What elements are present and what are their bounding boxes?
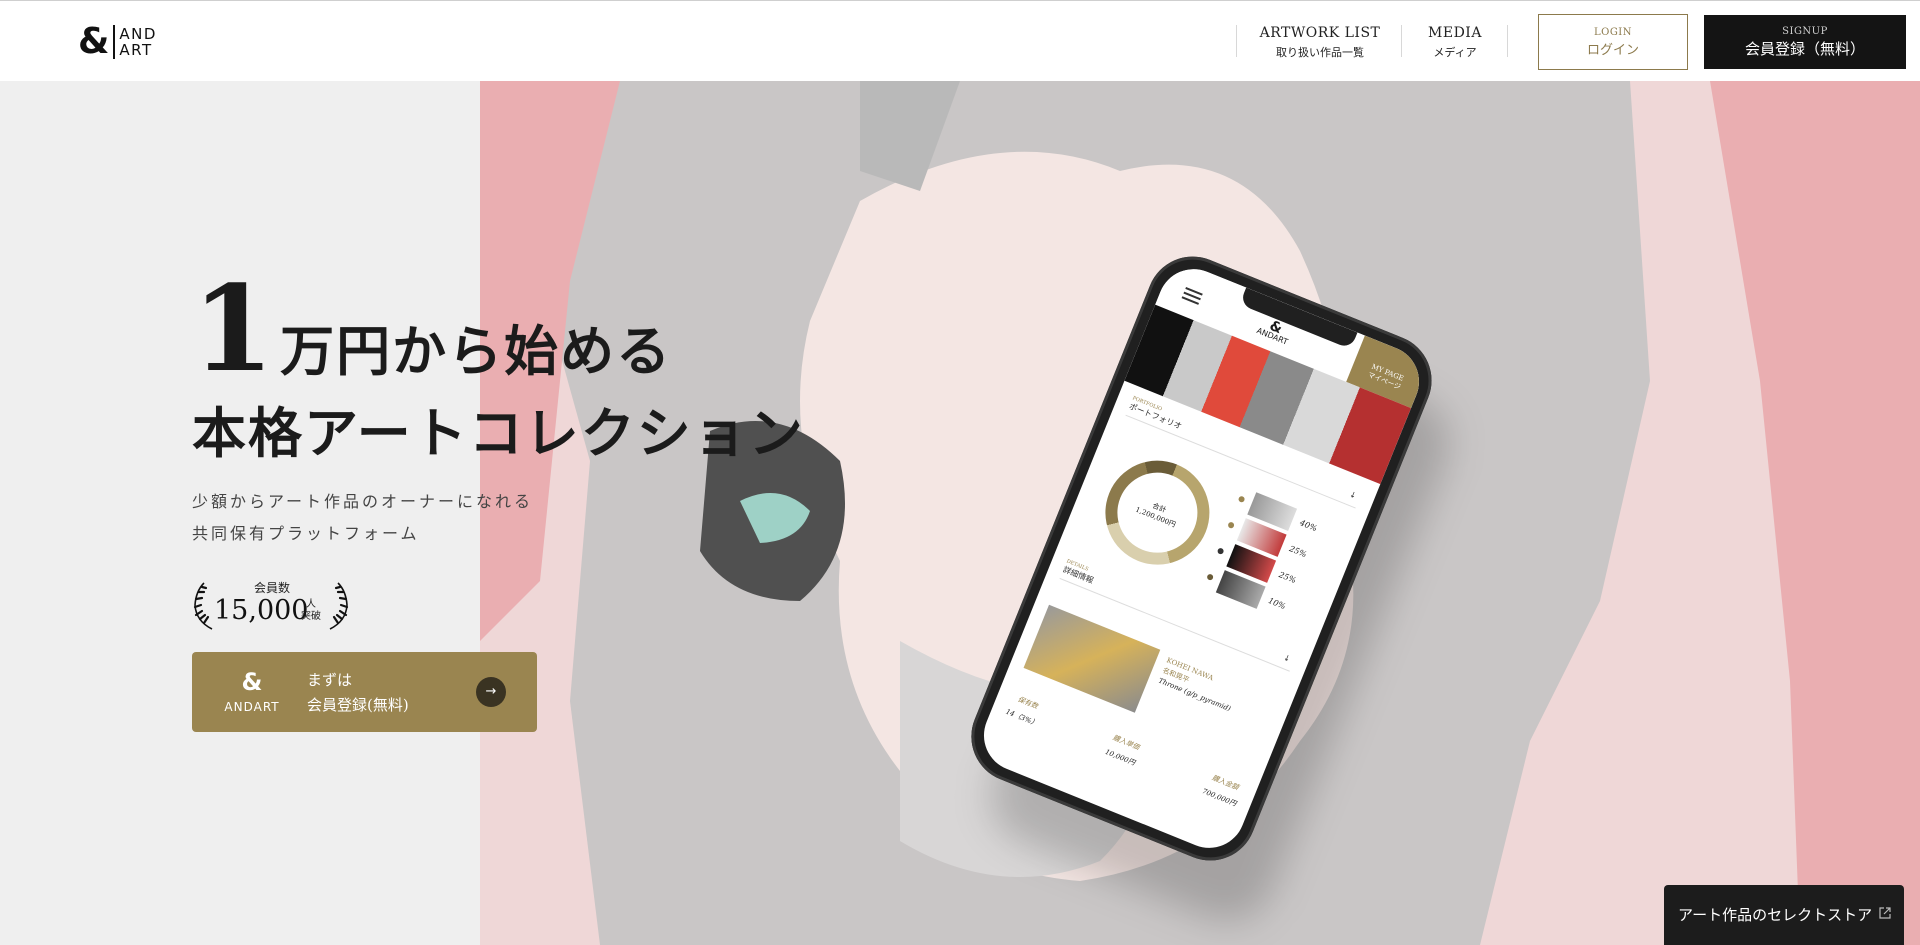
- nav-divider: [1401, 25, 1402, 57]
- hero-subcopy: 少額からアート作品のオーナーになれる 共同保有プラットフォーム: [192, 486, 533, 550]
- signup-button[interactable]: SIGNUP 会員登録（無料）: [1704, 15, 1906, 69]
- select-store-link[interactable]: アート作品のセレクトストア: [1664, 885, 1904, 945]
- artwork-thumbnail: [1023, 604, 1161, 713]
- nav-media[interactable]: MEDIA メディア: [1418, 25, 1492, 60]
- cta-line-1: まずは: [307, 671, 353, 689]
- logo-wordmark: AND ART: [119, 26, 157, 58]
- subcopy-line-2: 共同保有プラットフォーム: [192, 524, 420, 543]
- nav-media-jp: メディア: [1433, 46, 1477, 59]
- nav-artwork-list-en: ARTWORK LIST: [1259, 25, 1381, 41]
- cta-logo: & ANDART: [220, 670, 284, 714]
- chevron-down-icon: ↓: [1348, 489, 1358, 501]
- headline-line-2: 本格アートコレクション: [192, 401, 805, 465]
- andart-logo[interactable]: & AND ART: [78, 23, 162, 61]
- cta-logo-amp: &: [241, 668, 263, 696]
- register-cta-button[interactable]: & ANDART まずは 会員登録(無料) →: [192, 652, 537, 732]
- headline-line-1: 1 万円から始める: [192, 259, 805, 398]
- allocation-percent: 40%: [1298, 518, 1319, 534]
- headline-line-1-text: 万円から始める: [280, 319, 673, 383]
- cta-line-2: 会員登録(無料): [307, 696, 409, 714]
- member-count-badge: 会員数 15,000 人 突破: [192, 577, 350, 633]
- member-count-unit-2: 突破: [301, 611, 321, 622]
- subcopy-line-1: 少額からアート作品のオーナーになれる: [192, 492, 534, 511]
- allocation-percent: 25%: [1288, 544, 1308, 560]
- logo-word-art: ART: [119, 41, 153, 59]
- member-count-label: 会員数: [253, 581, 290, 595]
- allocation-dot: [1237, 495, 1246, 504]
- login-button-en: LOGIN: [1593, 27, 1633, 38]
- allocation-percent: 25%: [1277, 570, 1298, 586]
- member-count-unit: 人 突破: [298, 599, 324, 623]
- signup-button-jp: 会員登録（無料）: [1744, 40, 1865, 58]
- cta-text: まずは 会員登録(無料): [307, 668, 409, 718]
- site-header: & AND ART ARTWORK LIST 取り扱い作品一覧 MEDIA メデ…: [0, 0, 1920, 81]
- hero-section: 1 万円から始める 本格アートコレクション 少額からアート作品のオーナーになれる…: [0, 81, 1920, 945]
- allocation-dot: [1206, 573, 1215, 582]
- logo-ampersand: &: [78, 21, 110, 62]
- allocation-dot: [1227, 521, 1236, 530]
- headline-big-number: 1: [192, 259, 275, 398]
- hero-headline: 1 万円から始める 本格アートコレクション: [192, 259, 805, 468]
- signup-button-en: SIGNUP: [1782, 26, 1828, 37]
- holding-stats: 保有数 14（3%） 購入単価 10,000円 購入金額 700,000円: [1004, 692, 1244, 809]
- stat-value: 10,000円: [1103, 747, 1137, 768]
- nav-artwork-list-jp: 取り扱い作品一覧: [1276, 46, 1364, 59]
- login-button[interactable]: LOGIN ログイン: [1538, 14, 1688, 70]
- allocation-dot: [1216, 547, 1225, 556]
- stat-unit-price: 購入単価 10,000円: [1104, 732, 1143, 768]
- logo-divider: [113, 25, 116, 59]
- nav-artwork-list[interactable]: ARTWORK LIST 取り扱い作品一覧: [1258, 25, 1382, 60]
- artwork-info: KOHEI NAWA 名和晃平 Throne (g/p_pyramid): [1156, 655, 1280, 731]
- nav-divider: [1507, 25, 1508, 57]
- select-store-label: アート作品のセレクトストア: [1678, 906, 1873, 924]
- chevron-down-icon: ↓: [1282, 652, 1292, 664]
- arrow-right-icon: →: [476, 677, 506, 707]
- stat-holdings: 保有数 14（3%）: [1004, 692, 1045, 729]
- nav-media-en: MEDIA: [1428, 25, 1482, 41]
- stat-total-price: 購入金額 700,000円: [1201, 771, 1244, 809]
- nav-divider: [1236, 25, 1237, 57]
- login-button-jp: ログイン: [1586, 43, 1639, 58]
- logo-word-and: AND: [119, 25, 157, 43]
- member-count-value: 15,000: [214, 595, 309, 626]
- member-count-unit-1: 人: [306, 599, 316, 610]
- laurel-right-icon: [329, 582, 349, 630]
- allocation-percent: 10%: [1267, 596, 1287, 612]
- hamburger-menu-icon: [1181, 286, 1203, 305]
- external-link-icon: [1879, 907, 1891, 919]
- cta-logo-word: ANDART: [224, 700, 280, 714]
